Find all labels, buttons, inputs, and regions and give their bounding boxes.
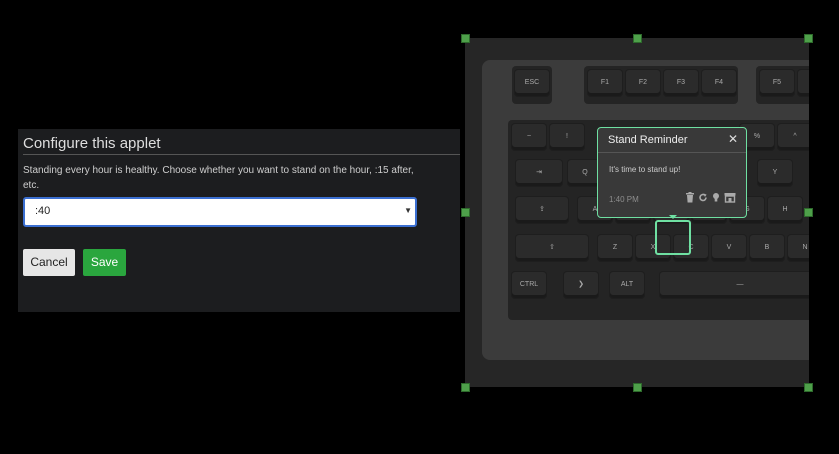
key: Z [598,235,632,261]
key-highlight-outline [655,220,691,255]
notification-divider [598,152,746,153]
close-icon[interactable]: ✕ [728,132,738,146]
key: N [788,235,809,261]
panel-description: Standing every hour is healthy. Choose w… [23,165,414,191]
time-select-value: :40 [35,205,51,217]
notification-title: Stand Reminder [608,134,688,146]
key: ❯ [564,272,598,298]
resize-handle[interactable] [804,34,813,43]
key: F6 [798,70,809,96]
resize-handle[interactable] [461,34,470,43]
key: ⇥ [516,160,562,186]
resize-handle[interactable] [804,383,813,392]
resize-handle[interactable] [633,383,642,392]
key: F3 [664,70,698,96]
notification-time: 1:40 PM [609,195,639,204]
key: — [660,272,809,298]
key: ⇧ [516,235,588,261]
resize-handle[interactable] [633,34,642,43]
resize-handle[interactable] [461,383,470,392]
cancel-button[interactable]: Cancel [23,249,75,276]
key: ALT [610,272,644,298]
notification-pointer [669,215,677,219]
key: ! [550,124,584,150]
key: F5 [760,70,794,96]
configure-applet-panel: Configure this applet Standing every hou… [18,129,460,312]
notification-message: It's time to stand up! [609,165,681,174]
key: F2 [626,70,660,96]
panel-title: Configure this applet [23,135,161,152]
resize-handle[interactable] [461,208,470,217]
title-divider [23,154,460,155]
key: ^ [778,124,809,150]
key: B [750,235,784,261]
key: H [768,197,802,223]
chevron-down-icon: ▼ [404,206,412,215]
time-select[interactable]: :40 ▼ [23,197,417,227]
key: Y [758,160,792,186]
key: F1 [588,70,622,96]
notification-actions [685,190,736,203]
key: V [712,235,746,261]
save-button[interactable]: Save [83,249,126,276]
key: CTRL [512,272,546,298]
refresh-icon[interactable] [698,190,708,202]
key: ⇪ [516,197,568,223]
stand-reminder-notification: Stand Reminder ✕ It's time to stand up! … [597,127,747,218]
trash-icon[interactable] [685,190,695,203]
key: ESC [515,70,549,96]
store-icon[interactable] [724,190,736,203]
key: F4 [702,70,736,96]
key: ~ [512,124,546,150]
lightbulb-icon[interactable] [711,190,721,202]
resize-handle[interactable] [804,208,813,217]
